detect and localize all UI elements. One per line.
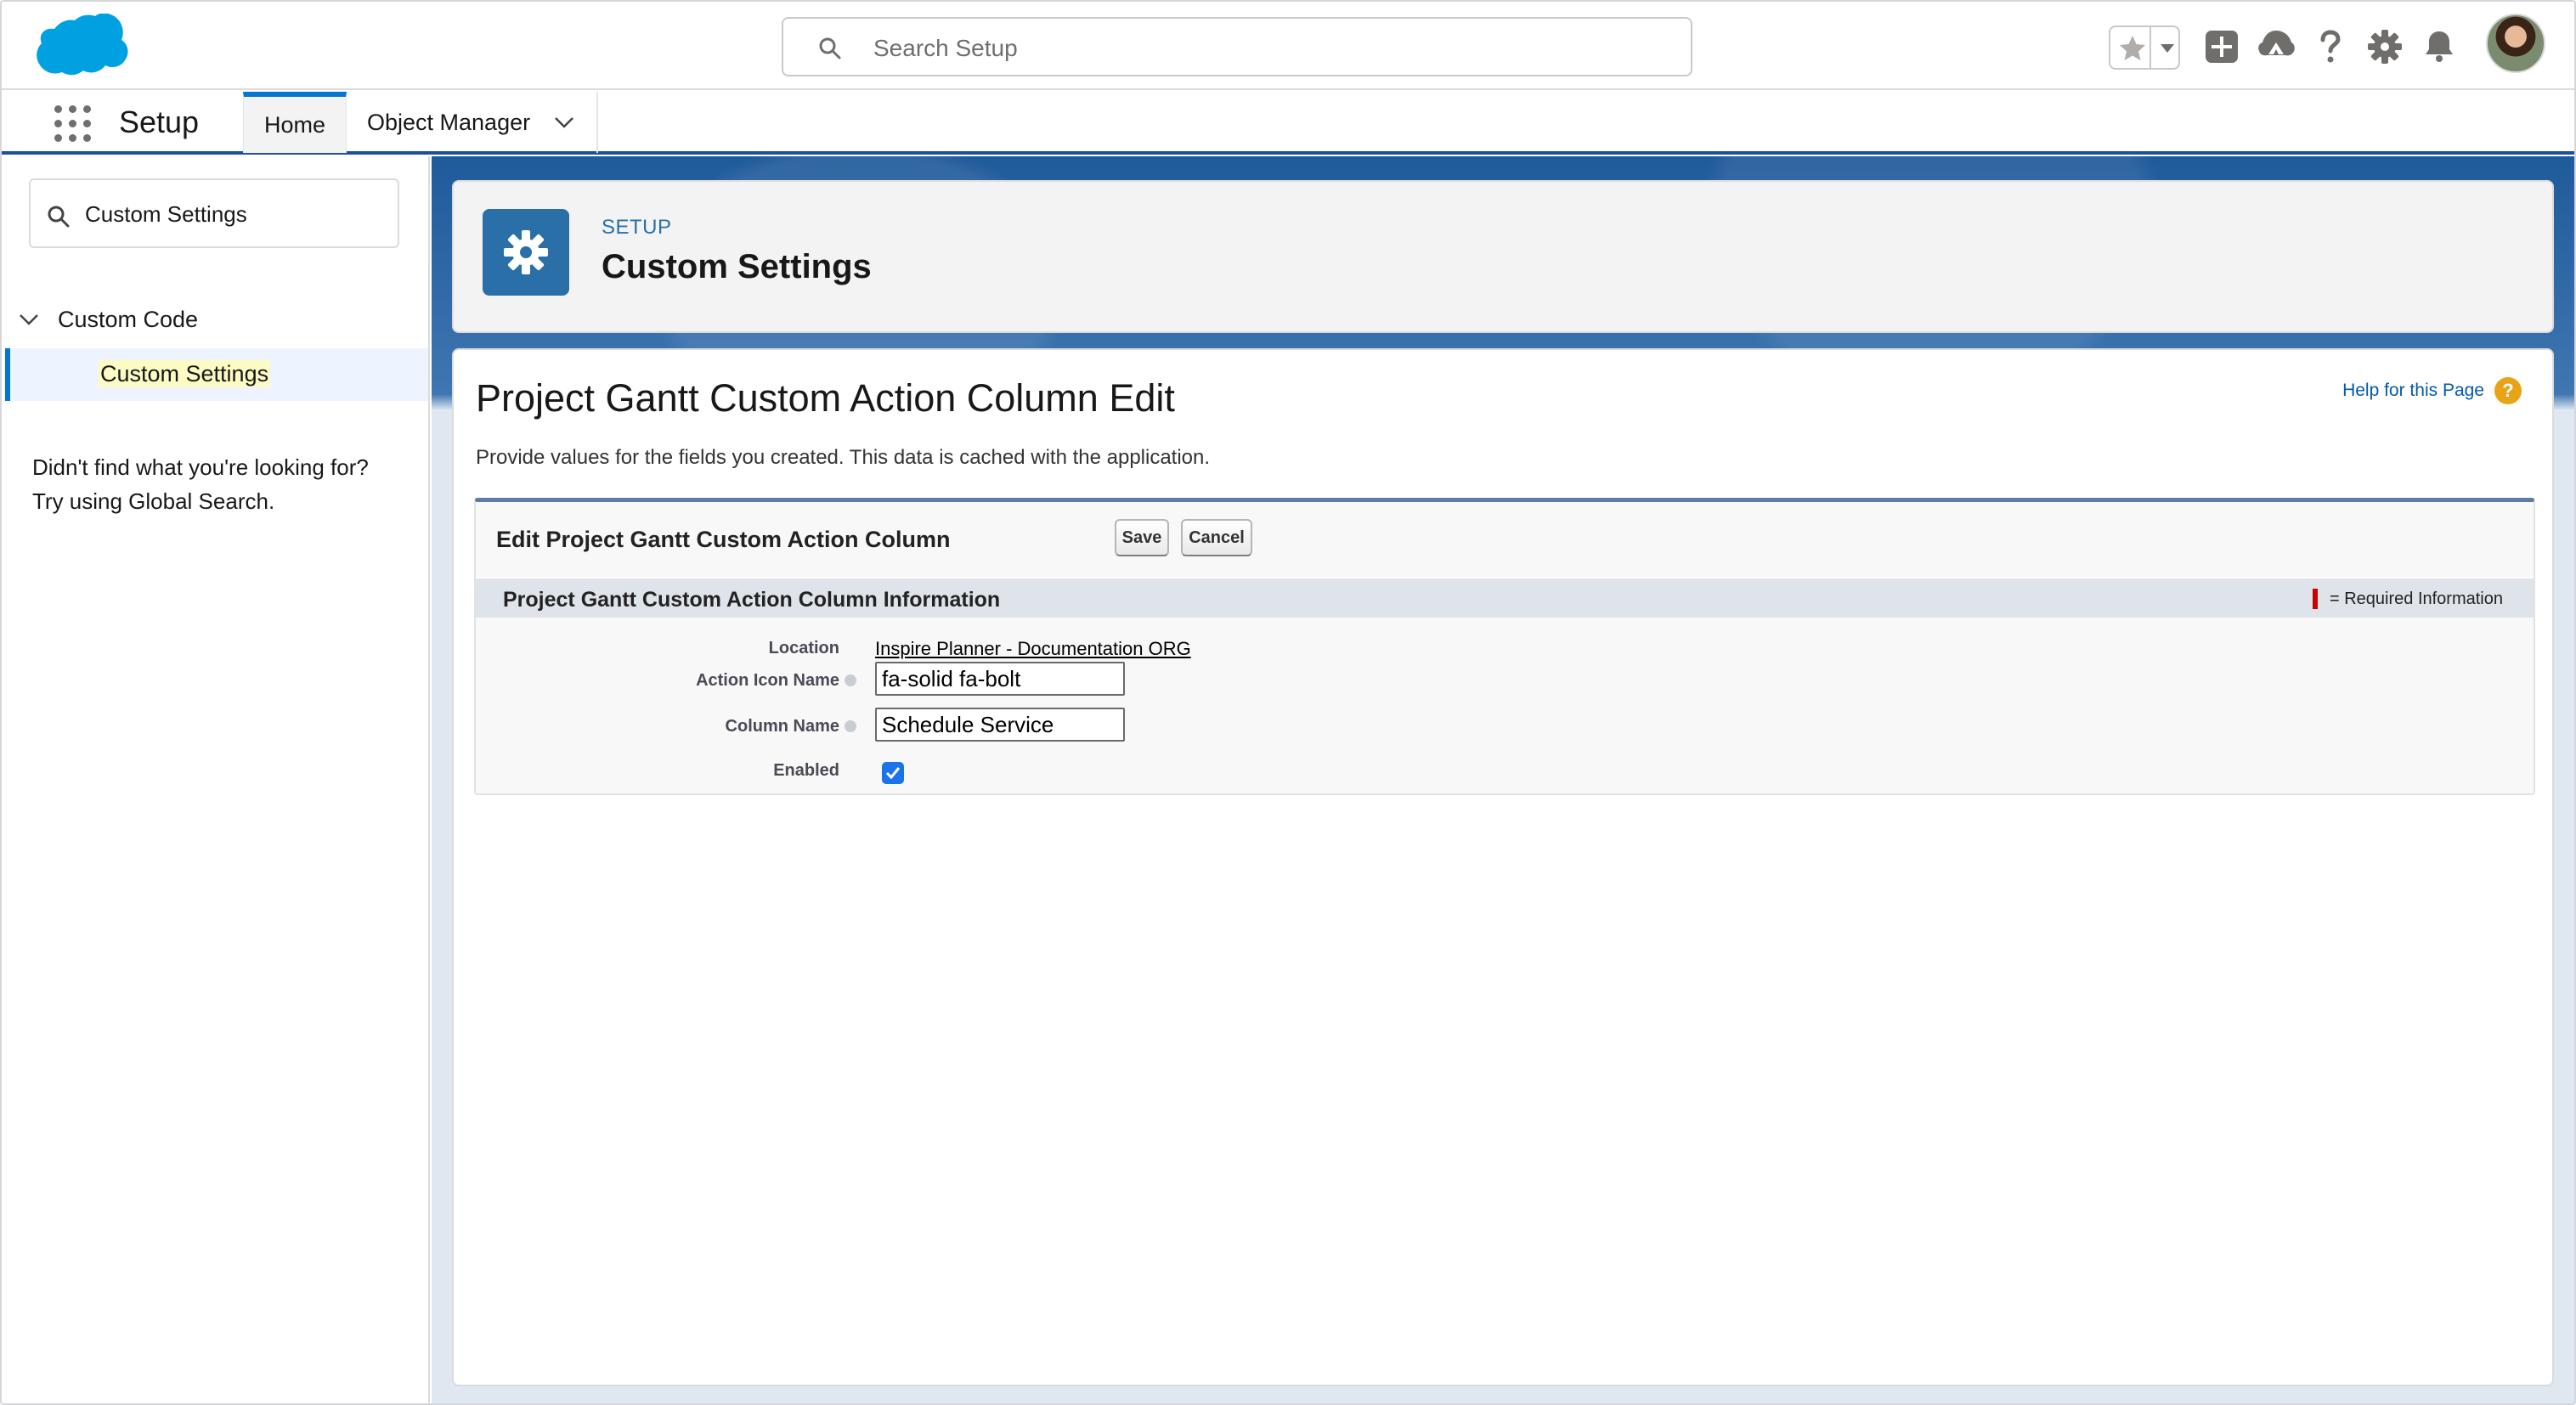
required-legend-label: = Required Information bbox=[2329, 589, 2503, 608]
help-icon[interactable]: ? bbox=[2494, 377, 2522, 404]
global-search-input[interactable]: Search Setup bbox=[782, 17, 1692, 76]
search-icon bbox=[819, 37, 841, 59]
tab-object-manager[interactable]: Object Manager bbox=[348, 92, 598, 153]
search-placeholder: Search Setup bbox=[873, 35, 1018, 61]
field-label-text: Enabled bbox=[773, 761, 839, 780]
tree-item-label: Custom Code bbox=[58, 307, 199, 332]
quick-find-value: Custom Settings bbox=[85, 201, 247, 227]
app-launcher-icon[interactable] bbox=[54, 105, 92, 143]
page-description: Provide values for the fields you create… bbox=[476, 446, 1211, 469]
column-name-input[interactable] bbox=[875, 708, 1125, 742]
global-header: Search Setup bbox=[2, 2, 2574, 90]
edit-block-title: Edit Project Gantt Custom Action Column bbox=[496, 527, 951, 552]
no-results-line: Didn't find what you're looking for? bbox=[32, 454, 369, 480]
field-label: Action Icon Name bbox=[696, 670, 856, 691]
tree-item-custom-code[interactable]: Custom Code bbox=[19, 306, 198, 333]
field-label: Location bbox=[769, 638, 856, 658]
tree-item-label: Custom Settings bbox=[99, 360, 271, 387]
gear-icon bbox=[504, 230, 548, 274]
help-hint-icon[interactable] bbox=[845, 720, 856, 732]
cancel-button[interactable]: Cancel bbox=[1181, 519, 1252, 556]
setup-eyebrow: SETUP bbox=[602, 216, 672, 239]
required-marker bbox=[2312, 589, 2318, 609]
favorites-divider bbox=[2149, 27, 2151, 68]
salesforce-cloud-logo[interactable] bbox=[29, 14, 129, 82]
chevron-down-icon[interactable] bbox=[2156, 36, 2178, 59]
check-icon bbox=[885, 767, 901, 780]
no-results-line: Try using Global Search. bbox=[32, 488, 275, 514]
favorites-button[interactable] bbox=[2109, 25, 2180, 70]
tree-item-custom-settings[interactable]: Custom Settings bbox=[5, 348, 428, 401]
star-icon[interactable] bbox=[2117, 33, 2148, 64]
tab-object-manager-label: Object Manager bbox=[367, 109, 531, 135]
context-nav-bar: Setup Home Object Manager bbox=[2, 90, 2574, 155]
bell-icon[interactable] bbox=[2420, 27, 2459, 66]
content-panel: Project Gantt Custom Action Column Edit … bbox=[452, 348, 2554, 1386]
help-link-label: Help for this Page bbox=[2342, 381, 2484, 400]
field-row-action-icon: Action Icon Name bbox=[476, 662, 2534, 699]
chevron-down-icon[interactable] bbox=[554, 114, 574, 131]
tab-home[interactable]: Home bbox=[243, 92, 347, 153]
field-row-enabled: Enabled bbox=[476, 753, 2534, 791]
chevron-down-icon[interactable] bbox=[19, 311, 39, 328]
plus-icon[interactable] bbox=[2202, 27, 2241, 66]
trailhead-icon[interactable] bbox=[2257, 27, 2296, 66]
setup-title: Custom Settings bbox=[602, 248, 872, 285]
section-header: Project Gantt Custom Action Column Infor… bbox=[476, 577, 2534, 618]
gear-icon[interactable] bbox=[2365, 27, 2404, 66]
edit-block: Edit Project Gantt Custom Action Column … bbox=[474, 498, 2535, 795]
field-label: Enabled bbox=[773, 760, 856, 781]
save-button[interactable]: Save bbox=[1115, 519, 1169, 556]
quick-find-input[interactable]: Custom Settings bbox=[29, 178, 399, 248]
app-window: Search Setup Setup Home Object Manager C… bbox=[0, 0, 2576, 1405]
avatar[interactable] bbox=[2486, 14, 2545, 73]
field-label-text: Action Icon Name bbox=[696, 671, 839, 690]
app-name: Setup bbox=[119, 104, 200, 139]
tab-home-label: Home bbox=[263, 111, 326, 138]
main-area: SETUP Custom Settings Project Gantt Cust… bbox=[432, 156, 2574, 1403]
field-label: Column Name bbox=[726, 716, 856, 736]
setup-sidebar: Custom Settings Custom Code Custom Setti… bbox=[2, 156, 430, 1403]
field-row-column-name: Column Name bbox=[476, 708, 2534, 745]
location-link[interactable]: Inspire Planner - Documentation ORG bbox=[875, 638, 1191, 660]
enabled-checkbox[interactable] bbox=[882, 762, 904, 784]
page-title: Project Gantt Custom Action Column Edit bbox=[476, 376, 1175, 420]
search-icon bbox=[48, 206, 70, 228]
setup-gear-icon bbox=[483, 209, 569, 296]
field-label-text: Column Name bbox=[725, 717, 839, 736]
section-title: Project Gantt Custom Action Column Infor… bbox=[503, 588, 1001, 612]
question-icon[interactable] bbox=[2311, 27, 2350, 66]
no-results-hint: Didn't find what you're looking for? Try… bbox=[32, 450, 423, 518]
help-hint-icon[interactable] bbox=[845, 674, 856, 686]
setup-page-header: SETUP Custom Settings bbox=[452, 180, 2554, 333]
help-link[interactable]: Help for this Page ? bbox=[2342, 377, 2522, 404]
required-legend: = Required Information bbox=[2312, 589, 2503, 609]
action-icon-name-input[interactable] bbox=[875, 662, 1125, 696]
field-label-text: Location bbox=[768, 639, 839, 657]
